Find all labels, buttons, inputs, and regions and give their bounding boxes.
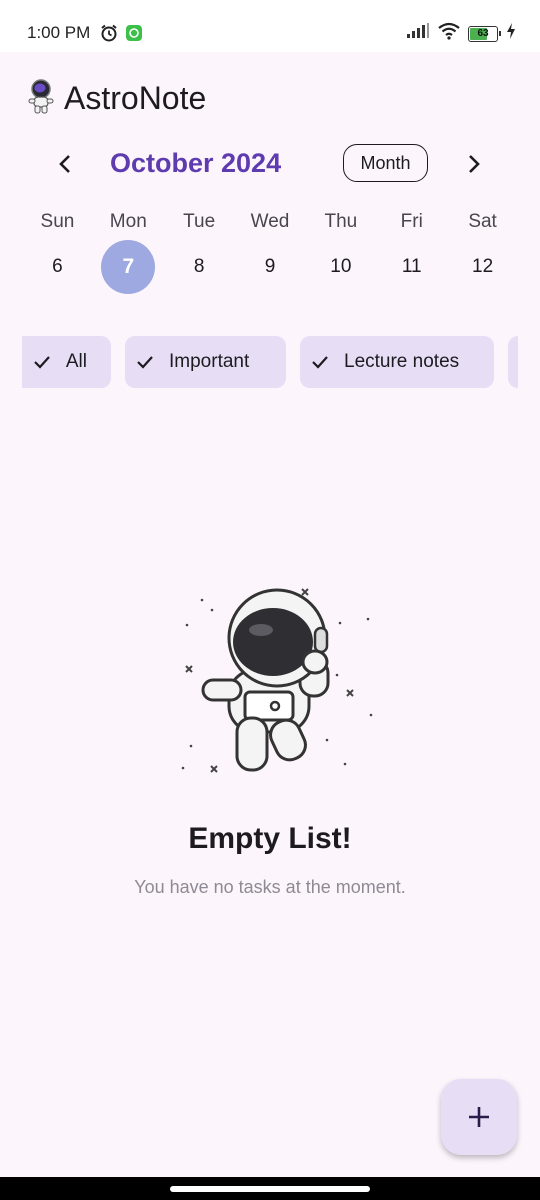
chip-label: All — [65, 351, 87, 372]
day-number[interactable]: 9 — [243, 240, 297, 294]
day-thu[interactable]: Thu 10 — [305, 208, 376, 294]
day-tue[interactable]: Tue 8 — [164, 208, 235, 294]
charging-icon — [506, 23, 516, 44]
filter-chip-lecture-notes[interactable]: Lecture notes — [300, 336, 494, 388]
add-task-button[interactable] — [441, 1079, 517, 1155]
day-name: Thu — [324, 211, 358, 232]
filter-chip-all[interactable]: All — [22, 336, 111, 388]
astronaut-logo-icon — [28, 78, 54, 119]
alarm-icon — [99, 23, 119, 48]
status-time: 1:00 PM — [27, 23, 91, 42]
wifi-icon — [438, 22, 460, 45]
app-header: AstroNote — [28, 78, 206, 119]
day-name: Mon — [109, 211, 147, 232]
astronaut-icon — [165, 578, 375, 788]
app-title: AstroNote — [64, 80, 207, 116]
chip-label: Lecture notes — [344, 351, 460, 372]
check-icon — [32, 352, 52, 372]
week-strip: Sun 6 Mon 7 Tue 8 Wed 9 Thu 10 Fri 11 Sa… — [22, 208, 518, 294]
day-number[interactable]: 11 — [385, 240, 439, 294]
chevron-right-icon — [469, 155, 480, 173]
day-number[interactable]: 12 — [456, 240, 510, 294]
selected-day-number[interactable]: 7 — [101, 240, 156, 294]
day-sun[interactable]: Sun 6 — [22, 208, 93, 294]
plus-icon — [469, 1107, 489, 1127]
app-notification-icon — [125, 24, 143, 47]
day-name: Sun — [40, 211, 75, 232]
filter-chip-partial[interactable] — [508, 336, 518, 388]
day-fri[interactable]: Fri 11 — [376, 208, 447, 294]
check-icon — [310, 352, 330, 372]
status-bar: 1:00 PM 63 — [0, 0, 540, 52]
month-view-button[interactable]: Month — [343, 144, 428, 182]
check-icon — [135, 352, 155, 372]
next-month-button[interactable] — [456, 146, 492, 182]
filter-chips: All Important Lecture notes — [22, 336, 518, 390]
day-name: Wed — [250, 211, 290, 232]
day-wed[interactable]: Wed 9 — [235, 208, 306, 294]
day-number[interactable]: 8 — [172, 240, 226, 294]
filter-chip-important[interactable]: Important — [125, 336, 286, 388]
empty-state-subtitle: You have no tasks at the moment. — [134, 877, 406, 897]
battery-icon: 63 — [468, 25, 501, 42]
signal-icon — [406, 23, 430, 44]
home-indicator[interactable] — [170, 1186, 370, 1192]
previous-month-button[interactable] — [47, 146, 83, 182]
day-name: Fri — [400, 211, 423, 232]
day-name: Sat — [468, 211, 497, 232]
month-title: October 2024 — [110, 148, 282, 178]
empty-state-title: Empty List! — [188, 822, 352, 855]
month-navigation: October 2024 Month — [0, 140, 540, 190]
day-sat[interactable]: Sat 12 — [447, 208, 518, 294]
day-number[interactable]: 10 — [314, 240, 368, 294]
day-mon[interactable]: Mon 7 — [93, 208, 164, 294]
battery-level: 63 — [477, 28, 489, 39]
chip-label: Important — [169, 351, 250, 372]
chevron-left-icon — [59, 155, 70, 173]
day-number[interactable]: 6 — [30, 240, 84, 294]
day-name: Tue — [183, 211, 216, 232]
